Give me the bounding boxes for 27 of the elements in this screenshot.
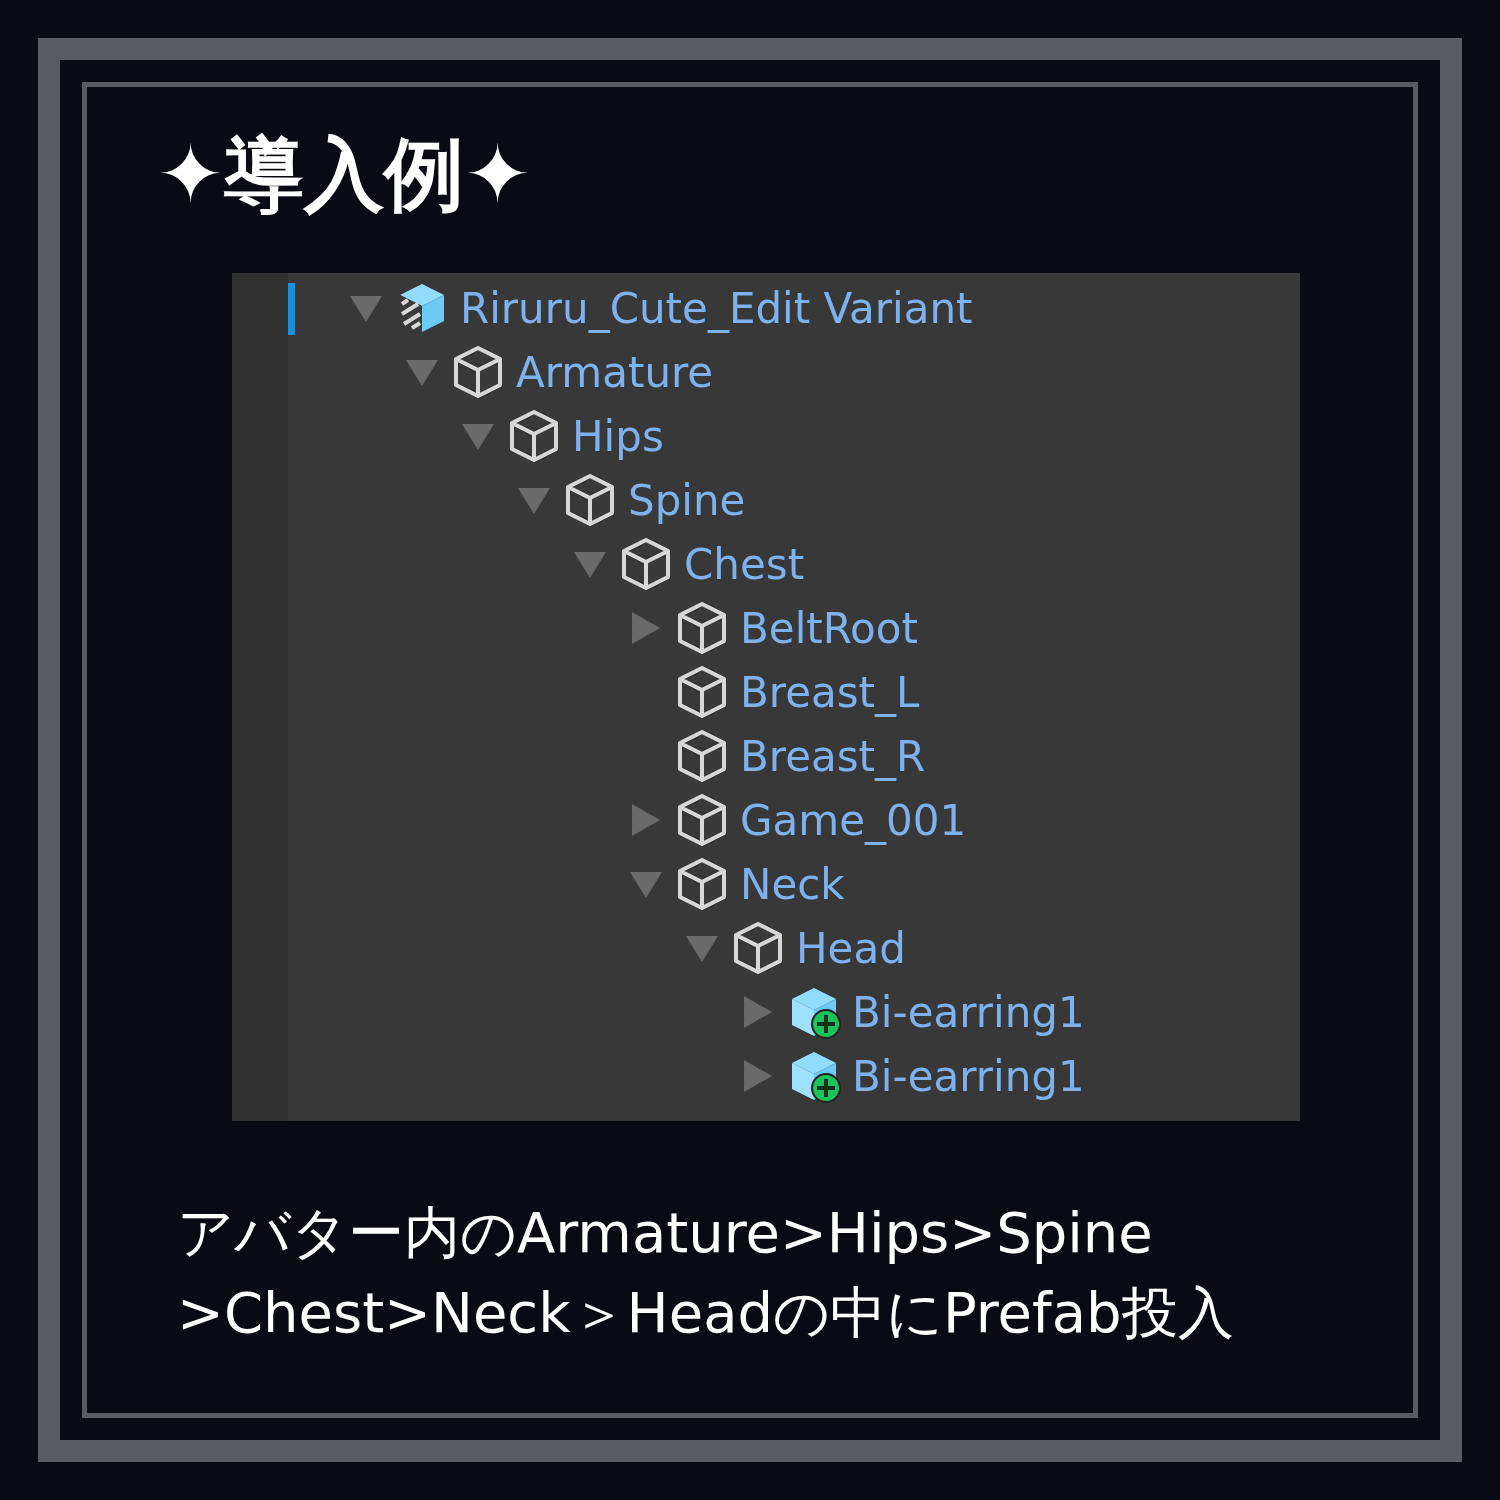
hierarchy-item[interactable]: Breast_L — [740, 667, 920, 717]
expand-arrow-icon[interactable] — [574, 552, 606, 578]
expand-arrow-icon[interactable] — [518, 488, 550, 514]
hierarchy-item[interactable]: Bi-earring1 — [852, 987, 1085, 1037]
expand-arrow-icon[interactable] — [406, 360, 438, 386]
collapse-arrow-icon[interactable] — [632, 612, 660, 644]
hierarchy-item[interactable]: Breast_R — [740, 731, 926, 781]
expand-arrow-icon[interactable] — [462, 424, 494, 450]
expand-arrow-icon[interactable] — [350, 296, 382, 322]
expand-arrow-icon[interactable] — [686, 936, 718, 962]
hierarchy-item[interactable]: Armature — [516, 347, 714, 397]
collapse-arrow-icon[interactable] — [744, 1060, 772, 1092]
hierarchy-item[interactable]: BeltRoot — [740, 603, 918, 653]
hierarchy-item[interactable]: Hips — [572, 411, 664, 461]
page-title: ✦導入例✦ — [157, 127, 533, 223]
hierarchy-item[interactable]: Chest — [684, 539, 805, 589]
caption-line: >Chest>Neck＞Headの中にPrefab投入 — [177, 1279, 1235, 1347]
collapse-arrow-icon[interactable] — [632, 804, 660, 836]
hierarchy-item[interactable]: Riruru_Cute_Edit Variant — [460, 283, 973, 333]
hierarchy-item[interactable]: Game_001 — [740, 795, 967, 845]
hierarchy-item[interactable]: Neck — [740, 859, 845, 909]
caption-line: アバター内のArmature>Hips>Spine — [177, 1199, 1154, 1267]
hierarchy-item[interactable]: Head — [796, 923, 906, 973]
hierarchy-item[interactable]: Bi-earring1 — [852, 1051, 1085, 1101]
collapse-arrow-icon[interactable] — [744, 996, 772, 1028]
expand-arrow-icon[interactable] — [630, 872, 662, 898]
hierarchy-item[interactable]: Spine — [628, 475, 746, 525]
